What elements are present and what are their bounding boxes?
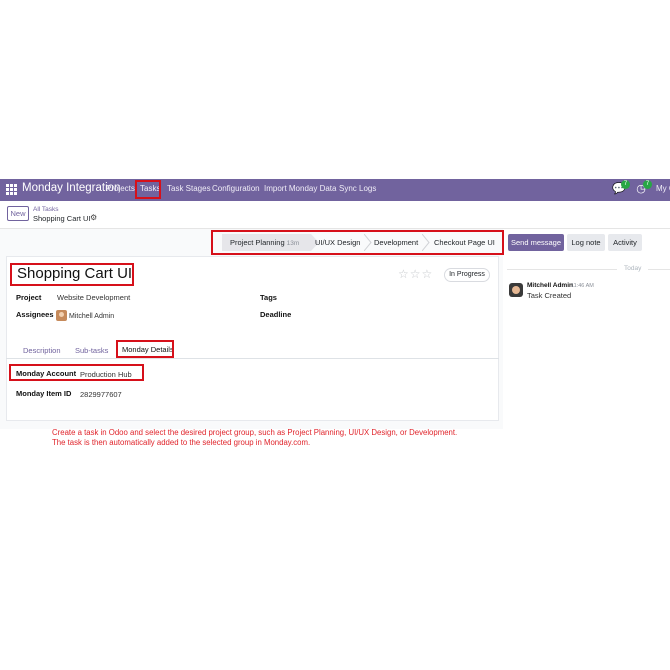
menu-configuration[interactable]: Configuration — [212, 184, 260, 193]
send-message-button[interactable]: Send message — [508, 234, 564, 251]
caption-line-1: Create a task in Odoo and select the des… — [52, 428, 458, 437]
assignee-avatar — [56, 310, 67, 321]
messages-badge: 7 — [621, 180, 630, 189]
log-note-button[interactable]: Log note — [567, 234, 605, 251]
date-label: Today — [624, 265, 642, 272]
monday-item-value[interactable]: 2829977607 — [80, 390, 122, 399]
breadcrumb-all-tasks[interactable]: All Tasks — [33, 206, 59, 213]
monday-account-highlight-box — [9, 364, 144, 381]
assignee-value[interactable]: Mitchell Admin — [69, 313, 114, 320]
company-switcher[interactable]: My C — [656, 184, 670, 193]
title-highlight-box — [10, 263, 134, 286]
menu-import-monday-data[interactable]: Import Monday Data — [264, 184, 336, 193]
apps-menu-icon[interactable] — [6, 184, 18, 196]
monday-item-label: Monday Item ID — [16, 389, 72, 398]
stages-highlight-box — [211, 230, 504, 255]
menu-projects[interactable]: Projects — [106, 184, 135, 193]
breadcrumb-current: Shopping Cart UI — [33, 214, 91, 223]
menu-task-stages[interactable]: Task Stages — [167, 184, 211, 193]
deadline-label: Deadline — [260, 310, 292, 319]
tags-label: Tags — [260, 293, 277, 302]
message-author[interactable]: Mitchell Admin — [527, 282, 573, 289]
activity-button[interactable]: Activity — [608, 234, 642, 251]
tab-highlight-box — [116, 340, 174, 358]
author-avatar[interactable] — [509, 283, 523, 297]
activities-badge: 7 — [643, 180, 652, 189]
caption-line-2: The task is then automatically added to … — [52, 438, 311, 447]
tab-divider — [6, 358, 499, 359]
top-navbar: Monday Integration Projects Tasks Task S… — [0, 179, 670, 201]
task-state-badge[interactable]: In Progress — [444, 268, 490, 282]
date-divider — [648, 269, 670, 270]
new-button[interactable]: New — [7, 206, 29, 221]
priority-stars-icon[interactable]: ☆☆☆ — [398, 267, 433, 281]
gear-icon[interactable]: ⚙ — [90, 213, 97, 222]
tab-sub-tasks[interactable]: Sub-tasks — [75, 346, 108, 355]
project-label: Project — [16, 293, 42, 302]
date-divider — [507, 269, 617, 270]
tasks-highlight-box — [135, 180, 161, 199]
tab-description[interactable]: Description — [23, 346, 61, 355]
project-value[interactable]: Website Development — [57, 293, 130, 302]
message-time: 11:46 AM — [571, 283, 594, 289]
assignees-label: Assignees — [16, 310, 54, 319]
message-body: Task Created — [527, 291, 572, 300]
menu-sync-logs[interactable]: Sync Logs — [339, 184, 376, 193]
